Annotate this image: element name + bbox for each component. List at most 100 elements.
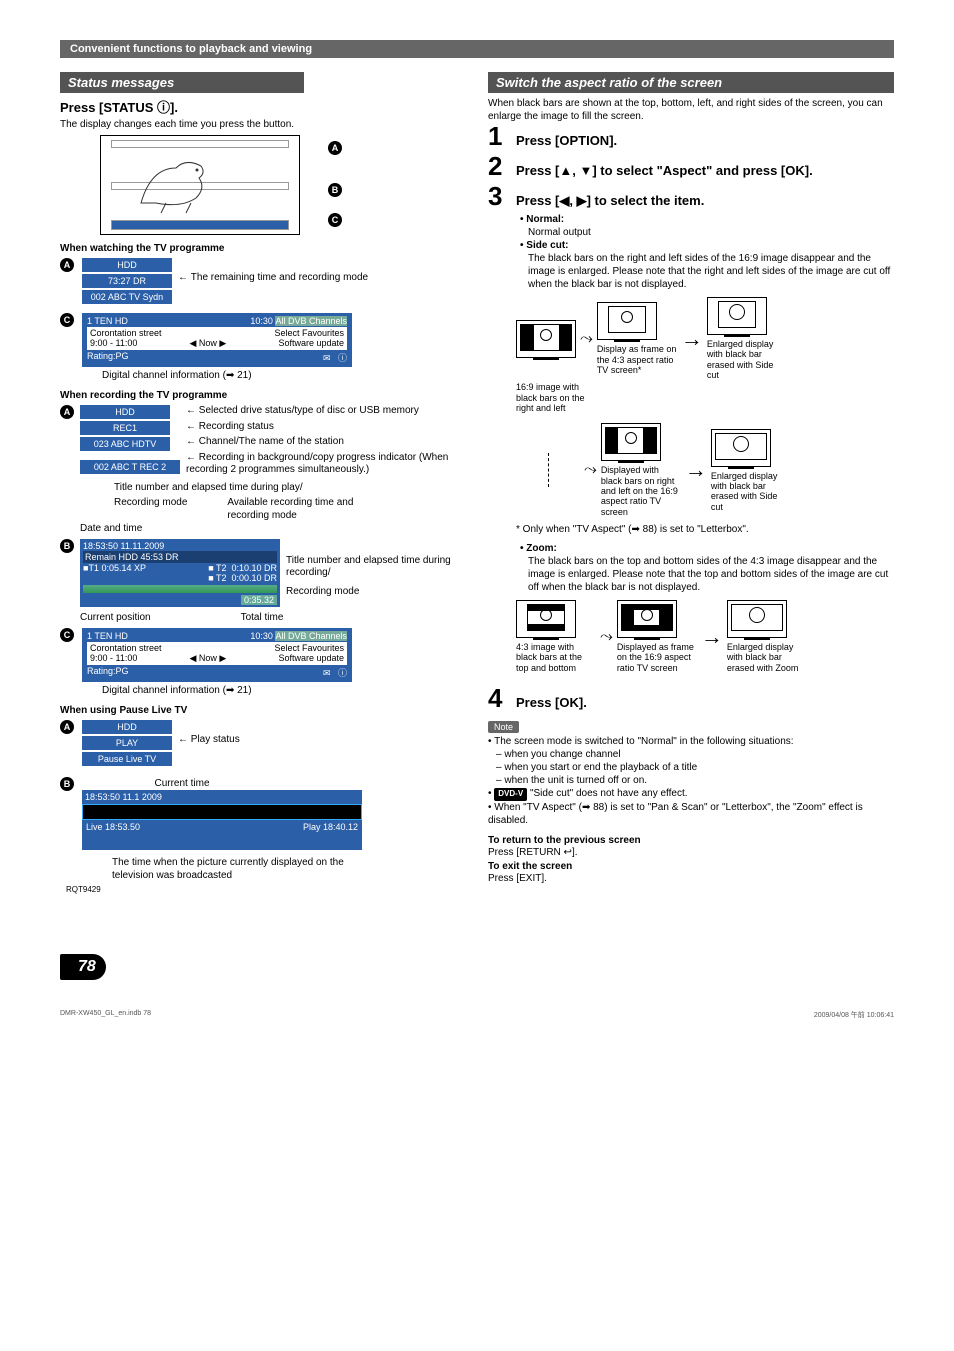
rec-b-t1r: 0:10.10 DR [231,563,277,573]
step-2-num: 2 [488,153,508,179]
channel-info-panel2: 1 TEN HD 10:30 All DVB Channels Corontat… [82,628,352,682]
callout-c: C [328,213,342,227]
ci-caption: Digital channel information (➡ 21) [102,369,466,382]
tv-169-zoom [727,600,787,638]
step-1: 1 Press [OPTION]. [488,123,894,149]
tv-16-9-bars [516,320,576,358]
cap-enl-sidecut2: Enlarged display with black bar erased w… [711,471,791,512]
label-a-icon: A [60,258,74,272]
cap-16-9-bars: 16:9 image with black bars on the right … [516,382,596,413]
normal-label: Normal: [526,214,564,225]
ci2-badge: All DVB Channels [275,631,347,641]
note-pill: Note [488,721,519,733]
note-1a: – when you change channel [496,748,894,761]
status-section-title: Status messages [60,72,304,93]
page-number: 78 [60,954,106,980]
return-text: Press [RETURN ↩]. [488,846,894,859]
watch-a-line1: HDD [82,258,172,272]
pause-b-live: Live 18:53.50 [86,822,140,832]
pause-block-b: B Current time 18:53:50 11.1 2009 Live 1… [60,777,466,882]
ci2-timeslot: 9:00 - 11:00 [90,653,137,664]
rec-b-date-label: Date and time [80,522,466,535]
pause-b-panel: 18:53:50 11.1 2009 Live 18:53.50 Play 18… [82,790,362,850]
page-footer: RQT9429 78 DMR-XW450_GL_en.indb 78 2009/… [60,885,894,1020]
ci2-now: ◀ Now ▶ [189,653,226,664]
step-3-text: Press [◀, ▶] to select the item. [516,193,894,209]
exit-text: Press [EXIT]. [488,872,894,885]
ci-channel: 1 TEN HD [87,316,128,326]
watch-a-desc: The remaining time and recording mode [178,272,368,285]
ci-rating: Rating:PG [87,351,129,364]
ci-now: ◀ Now ▶ [189,338,226,349]
watching-heading: When watching the TV programme [60,243,466,254]
ci-time: 10:30 [250,316,273,326]
recording-heading: When recording the TV programme [60,390,466,401]
pause-heading: When using Pause Live TV [60,705,466,716]
callout-b: B [328,183,342,197]
cap-169-bars: Displayed with black bars on right and l… [601,465,681,517]
rec-b-avail-label: Available recording time and recording m… [227,496,367,522]
pause-b-ts: 18:53:50 11.1 2009 [85,792,162,802]
rec-b-desc1: Title number and elapsed time during rec… [286,555,466,580]
recording-block-a: A HDD REC1 023 ABC HDTV 002 ABC T REC 2 … [60,405,466,477]
cap-enl-zoom: Enlarged display with black bar erased w… [727,642,807,673]
step-4: 4 Press [OK]. [488,685,894,711]
rec-b-desc2: Recording mode [286,586,466,599]
pause-b-caption: Current time [82,777,282,790]
dvdv-badge: DVD-V [494,788,527,800]
press-status-caption: The display changes each time you press … [60,118,466,131]
watch-a-line2: 73:27 DR [82,274,172,288]
right-column: Switch the aspect ratio of the screen Wh… [488,72,894,885]
arrow-icon: → [681,326,703,352]
arrow-icon3: → [701,624,723,650]
sidecut-desc: The black bars on the right and left sid… [528,252,894,291]
step-1-num: 1 [488,123,508,149]
rec-a-d4: Recording in background/copy progress in… [186,452,466,477]
pause-block-a: A HDD PLAY Pause Live TV Play status [60,720,466,767]
rec-b-recmode-label: Recording mode [114,496,187,522]
pause-a-l1: HDD [82,720,172,734]
left-column: Status messages Press [STATUS ⓘ]. The di… [60,72,466,885]
step-4-text: Press [OK]. [516,695,894,710]
zoom-label: Zoom: [526,543,557,554]
step-1-text: Press [OPTION]. [516,133,894,148]
footer-file: DMR-XW450_GL_en.indb 78 [60,1010,151,1020]
tv-169-sidecut [711,429,771,467]
rec-b-total: 0:35.32 [241,595,277,605]
watching-block-c: C 1 TEN HD 10:30 All DVB Channels Coront… [60,313,466,382]
pause-a-l3: Pause Live TV [82,752,172,766]
aspect-intro: When black bars are shown at the top, bo… [488,97,894,123]
ci2-caption: Digital channel information (➡ 21) [102,684,466,697]
tv-43-sidecut [707,297,767,335]
pause-a-l2: PLAY [82,736,172,750]
arrow-icon2: → [685,457,707,483]
note-1: • The screen mode is switched to "Normal… [488,735,894,748]
sidecut-footnote: * Only when "TV Aspect" (➡ 88) is set to… [516,523,894,536]
note-3: • When "TV Aspect" (➡ 88) is set to "Pan… [488,801,894,827]
step-2-text: Press [▲, ▼] to select "Aspect" and pres… [516,163,894,178]
rec-a-d3: Channel/The name of the station [186,436,466,449]
content-columns: Status messages Press [STATUS ⓘ]. The di… [60,72,894,885]
tv-169-frame [617,600,677,638]
rec-b-remain: Remain HDD 45:53 DR [83,551,277,563]
ci-prog: Corontation street [90,328,162,338]
header-bar: Convenient functions to playback and vie… [60,40,894,58]
pause-b-below: The time when the picture currently disp… [112,856,372,882]
rec-b-below-left: Current position [80,611,151,624]
rec-a-d1: Selected drive status/type of disc or US… [186,405,466,418]
exit-heading: To exit the screen [488,861,894,872]
footer-date: 2009/04/08 午前 10:06:41 [814,1010,894,1020]
recording-block-c: C 1 TEN HD 10:30 All DVB Channels Coront… [60,628,466,697]
rec-b-t2r: 0:00.10 DR [231,573,277,583]
label-c-icon: C [60,313,74,327]
ci-timeslot: 9:00 - 11:00 [90,338,137,349]
rec-b-ts: 18:53:50 11.11.2009 [83,541,277,551]
rec-b-panel: 18:53:50 11.11.2009 Remain HDD 45:53 DR … [80,539,280,607]
ci-fav: Select Favourites [274,328,344,338]
press-status-heading: Press [STATUS ⓘ]. [60,97,466,116]
watch-a-line3: 002 ABC TV Sydn [82,290,172,304]
rec-b-below-right: Total time [241,611,284,624]
return-heading: To return to the previous screen [488,835,894,846]
step-3-num: 3 [488,183,508,209]
callout-a: A [328,141,342,155]
